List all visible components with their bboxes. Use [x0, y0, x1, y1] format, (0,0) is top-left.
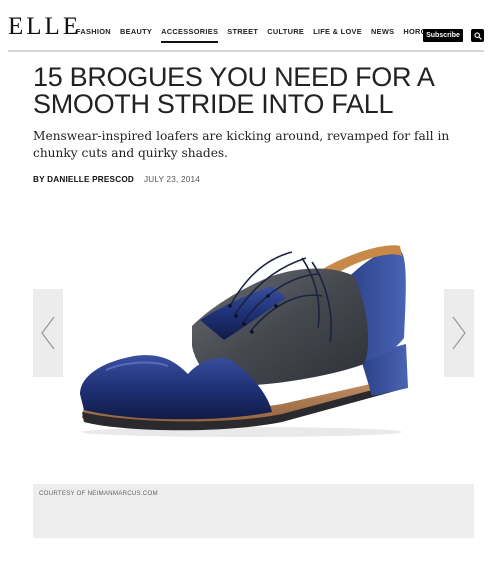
article-headline: 15 BROGUES YOU NEED FOR A SMOOTH STRIDE … [33, 62, 434, 119]
article-dek: Menswear-inspired loafers are kicking ar… [33, 129, 450, 160]
article-date: JULY 23, 2014 [144, 175, 201, 184]
image-credit: COURTESY OF NEIMANMARCUS.COM [39, 490, 158, 497]
gallery-prev-button[interactable] [33, 289, 63, 377]
main-nav: FASHION BEAUTY ACCESSORIES STREET CULTUR… [76, 28, 468, 44]
nav-item-beauty[interactable]: BEAUTY [120, 28, 152, 43]
gallery-next-button[interactable] [444, 289, 474, 377]
nav-item-accessories[interactable]: ACCESSORIES [161, 28, 219, 44]
chevron-left-icon [41, 316, 55, 350]
site-header: ELLE FASHION BEAUTY ACCESSORIES STREET C… [0, 0, 500, 50]
nav-item-culture[interactable]: CULTURE [267, 28, 304, 43]
nav-item-street[interactable]: STREET [227, 28, 258, 43]
image-caption-box: COURTESY OF NEIMANMARCUS.COM [33, 484, 474, 538]
nav-item-fashion[interactable]: FASHION [76, 28, 111, 43]
search-icon [473, 31, 482, 40]
elle-logo[interactable]: ELLE [8, 14, 81, 39]
search-button[interactable] [471, 29, 484, 42]
header-divider [8, 50, 484, 52]
article-byline[interactable]: BY DANIELLE PRESCOD [33, 175, 134, 184]
brogue-shoe-image[interactable] [72, 236, 422, 438]
nav-item-life-love[interactable]: LIFE & LOVE [313, 28, 362, 43]
nav-item-news[interactable]: NEWS [371, 28, 394, 43]
chevron-right-icon [452, 316, 466, 350]
subscribe-button[interactable]: Subscribe [423, 29, 463, 42]
